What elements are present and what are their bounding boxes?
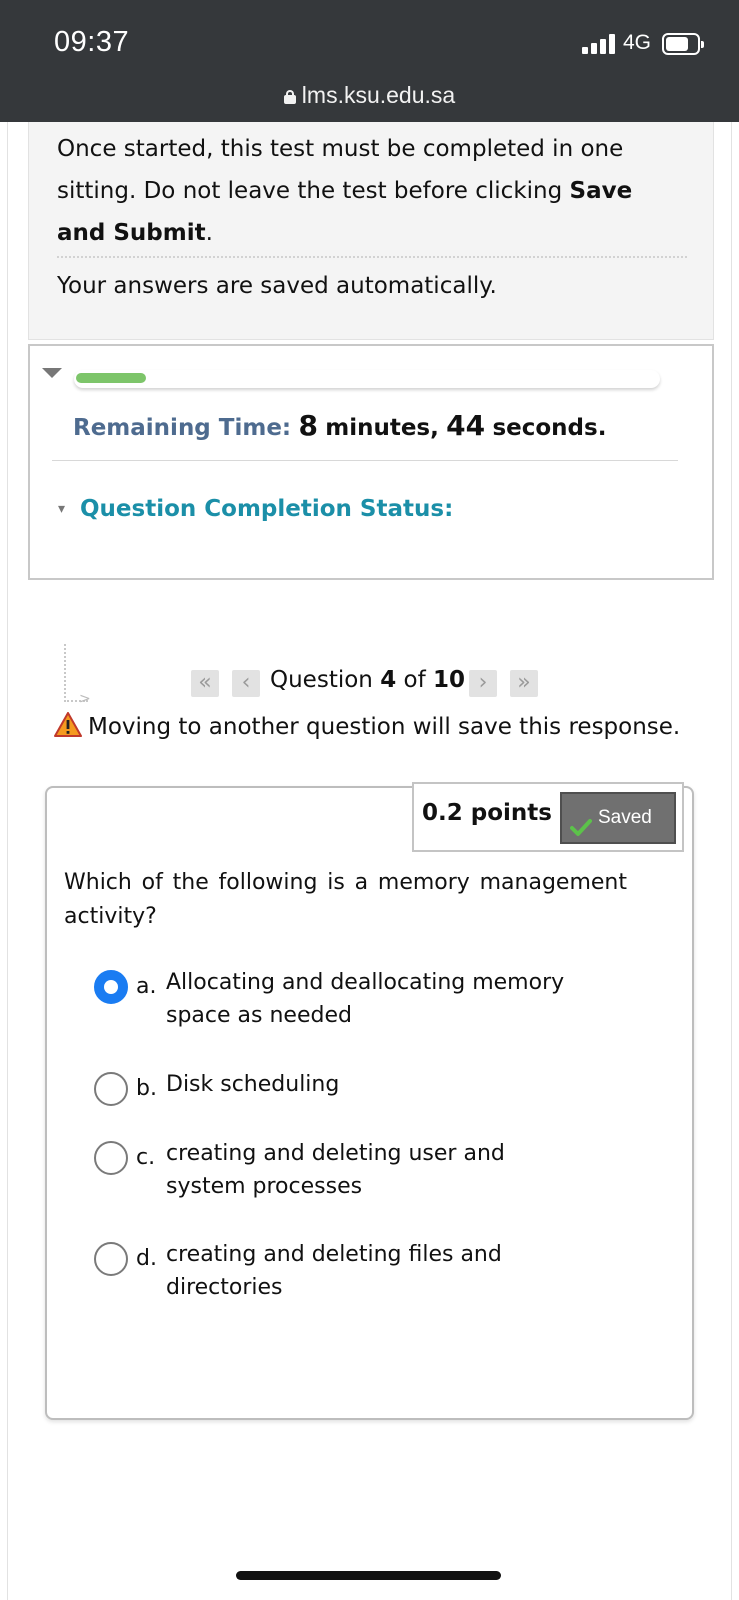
autosave-notice: Your answers are saved automatically. xyxy=(57,273,497,299)
address-bar[interactable]: lms.ksu.edu.sa xyxy=(0,82,739,109)
test-instructions: Once started, this test must be complete… xyxy=(28,122,714,340)
previous-question-button[interactable]: ‹ xyxy=(232,670,260,697)
remaining-time-label: Remaining Time: xyxy=(73,415,292,441)
battery-icon xyxy=(662,33,704,55)
right-chevron-icon: › xyxy=(478,670,488,695)
answer-radio-a[interactable] xyxy=(94,970,128,1004)
signal-icon xyxy=(582,34,616,54)
warning-icon xyxy=(54,712,82,738)
saved-label: Saved xyxy=(598,807,652,828)
question-text: Which of the following is a memory manag… xyxy=(64,870,627,929)
option-text: Allocating and deallocating memory space… xyxy=(166,970,565,1028)
option-text: creating and deleting user and system pr… xyxy=(166,1141,505,1199)
checkmark-icon xyxy=(570,808,592,856)
first-question-button[interactable]: « xyxy=(191,670,219,697)
nav-connector-arrow-icon: > xyxy=(79,691,91,707)
points-header: 0.2 points Saved xyxy=(412,782,684,852)
remaining-time: Remaining Time: 8 minutes, 44 seconds. xyxy=(73,404,606,450)
answer-radio-b[interactable] xyxy=(94,1072,128,1106)
last-question-button[interactable]: » xyxy=(510,670,538,697)
current-question-number: 4 xyxy=(380,667,397,693)
test-page: Once started, this test must be complete… xyxy=(7,122,732,1600)
option-letter: d. xyxy=(136,1246,157,1271)
saved-status-badge: Saved xyxy=(560,792,676,844)
network-type: 4G xyxy=(623,31,652,54)
status-bar: 09:37 4G lms.ksu.edu.sa xyxy=(0,0,739,122)
remaining-seconds: 44 xyxy=(446,409,486,442)
dotted-divider xyxy=(57,256,687,258)
double-left-chevron-icon: « xyxy=(198,670,212,695)
option-letter: c. xyxy=(136,1145,156,1170)
remaining-minutes: 8 xyxy=(298,409,318,442)
save-warning: Moving to another question will save thi… xyxy=(54,710,680,744)
question-points: 0.2 points xyxy=(422,800,552,826)
clock: 09:37 xyxy=(54,26,130,58)
next-question-button[interactable]: › xyxy=(469,670,497,697)
option-letter: a. xyxy=(136,974,157,999)
seconds-unit: seconds. xyxy=(492,415,607,441)
minutes-unit: minutes, xyxy=(325,415,439,441)
question-counter: Question 4 of 10 xyxy=(270,667,466,693)
answer-radio-d[interactable] xyxy=(94,1242,128,1276)
double-chevron-down-icon: ▾ xyxy=(58,501,66,517)
time-progress-fill xyxy=(76,373,146,383)
total-questions: 10 xyxy=(433,667,466,693)
option-text: creating and deleting files and director… xyxy=(166,1242,502,1300)
url-text: lms.ksu.edu.sa xyxy=(301,82,456,108)
question-completion-status-toggle[interactable]: ▾ Question Completion Status: xyxy=(58,496,453,522)
left-chevron-icon: ‹ xyxy=(241,670,251,695)
question-navigation: « ‹ Question 4 of 10 › » xyxy=(186,662,546,702)
home-indicator[interactable] xyxy=(236,1571,501,1580)
instructions-text: Once started, this test must be complete… xyxy=(57,136,633,246)
option-text: Disk scheduling xyxy=(166,1072,340,1097)
timer-divider xyxy=(52,460,678,461)
lock-icon xyxy=(283,90,296,104)
option-letter: b. xyxy=(136,1076,157,1101)
warning-text: Moving to another question will save thi… xyxy=(88,714,681,740)
timer-panel: Remaining Time: 8 minutes, 44 seconds. ▾… xyxy=(28,344,714,580)
time-progress-bar xyxy=(74,370,660,388)
double-right-chevron-icon: » xyxy=(517,670,531,695)
collapse-triangle-icon[interactable] xyxy=(42,368,62,378)
answer-radio-c[interactable] xyxy=(94,1141,128,1175)
completion-status-label: Question Completion Status: xyxy=(80,496,454,522)
